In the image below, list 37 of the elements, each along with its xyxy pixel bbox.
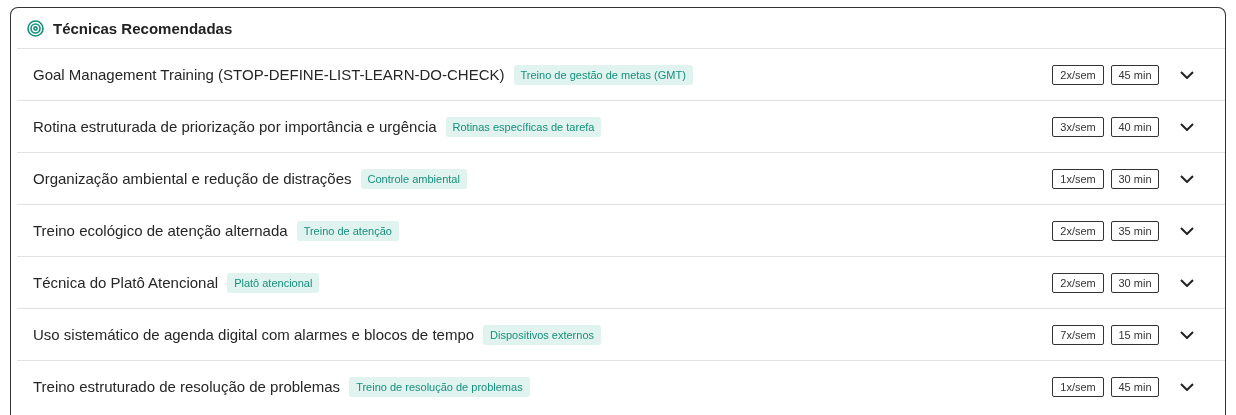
- duration-label: 45 min: [1111, 64, 1159, 85]
- frequency-label: 2x/sem: [1052, 272, 1104, 293]
- category-tag: Treino de gestão de metas (GMT): [513, 64, 693, 85]
- category-tag: Treino de resolução de problemas: [349, 376, 530, 397]
- chevron-icon: [1180, 330, 1194, 339]
- category-tag: Controle ambiental: [360, 168, 467, 189]
- panel-title: Técnicas Recomendadas: [53, 19, 233, 37]
- category-tag: Platô atencional: [227, 272, 320, 293]
- chevron-icon: [1180, 278, 1194, 287]
- chevron-icon: [1180, 122, 1194, 131]
- duration-label: 30 min: [1111, 272, 1159, 293]
- target-icon: [27, 19, 44, 37]
- duration-label: 35 min: [1111, 220, 1159, 241]
- technique-title: Treino ecológico de atenção alternada: [33, 222, 288, 239]
- chevron-icon: [1180, 174, 1194, 183]
- duration-label: 15 min: [1111, 324, 1159, 345]
- frequency-label: 7x/sem: [1052, 324, 1104, 345]
- technique-title: Treino estruturado de resolução de problemas: [33, 378, 341, 395]
- technique-title: Rotina estruturada de priorização por importância e urgência: [33, 118, 437, 135]
- duration-label: 45 min: [1111, 376, 1159, 397]
- category-tag: Dispositivos externos: [483, 324, 601, 345]
- category-tag: Treino de atenção: [296, 220, 399, 241]
- technique-title: Organização ambiental e redução de distrações: [33, 170, 352, 187]
- duration-label: 30 min: [1111, 168, 1159, 189]
- frequency-label: 2x/sem: [1052, 64, 1104, 85]
- category-tag: Rotinas específicas de tarefa: [445, 116, 602, 137]
- chevron-icon: [1180, 70, 1194, 79]
- chevron-icon: [1180, 226, 1194, 235]
- technique-title: Goal Management Training (STOP-DEFINE-LIST-LEARN-DO-CHECK): [33, 66, 505, 83]
- frequency-label: 1x/sem: [1052, 376, 1104, 397]
- technique-title: Técnica do Platô Atencional: [33, 274, 219, 291]
- frequency-label: 1x/sem: [1052, 168, 1104, 189]
- technique-title: Uso sistemático de agenda digital com alarmes e blocos de tempo: [33, 326, 475, 343]
- frequency-label: 2x/sem: [1052, 220, 1104, 241]
- duration-label: 40 min: [1111, 116, 1159, 137]
- chevron-icon: [1180, 382, 1194, 391]
- frequency-label: 3x/sem: [1052, 116, 1104, 137]
